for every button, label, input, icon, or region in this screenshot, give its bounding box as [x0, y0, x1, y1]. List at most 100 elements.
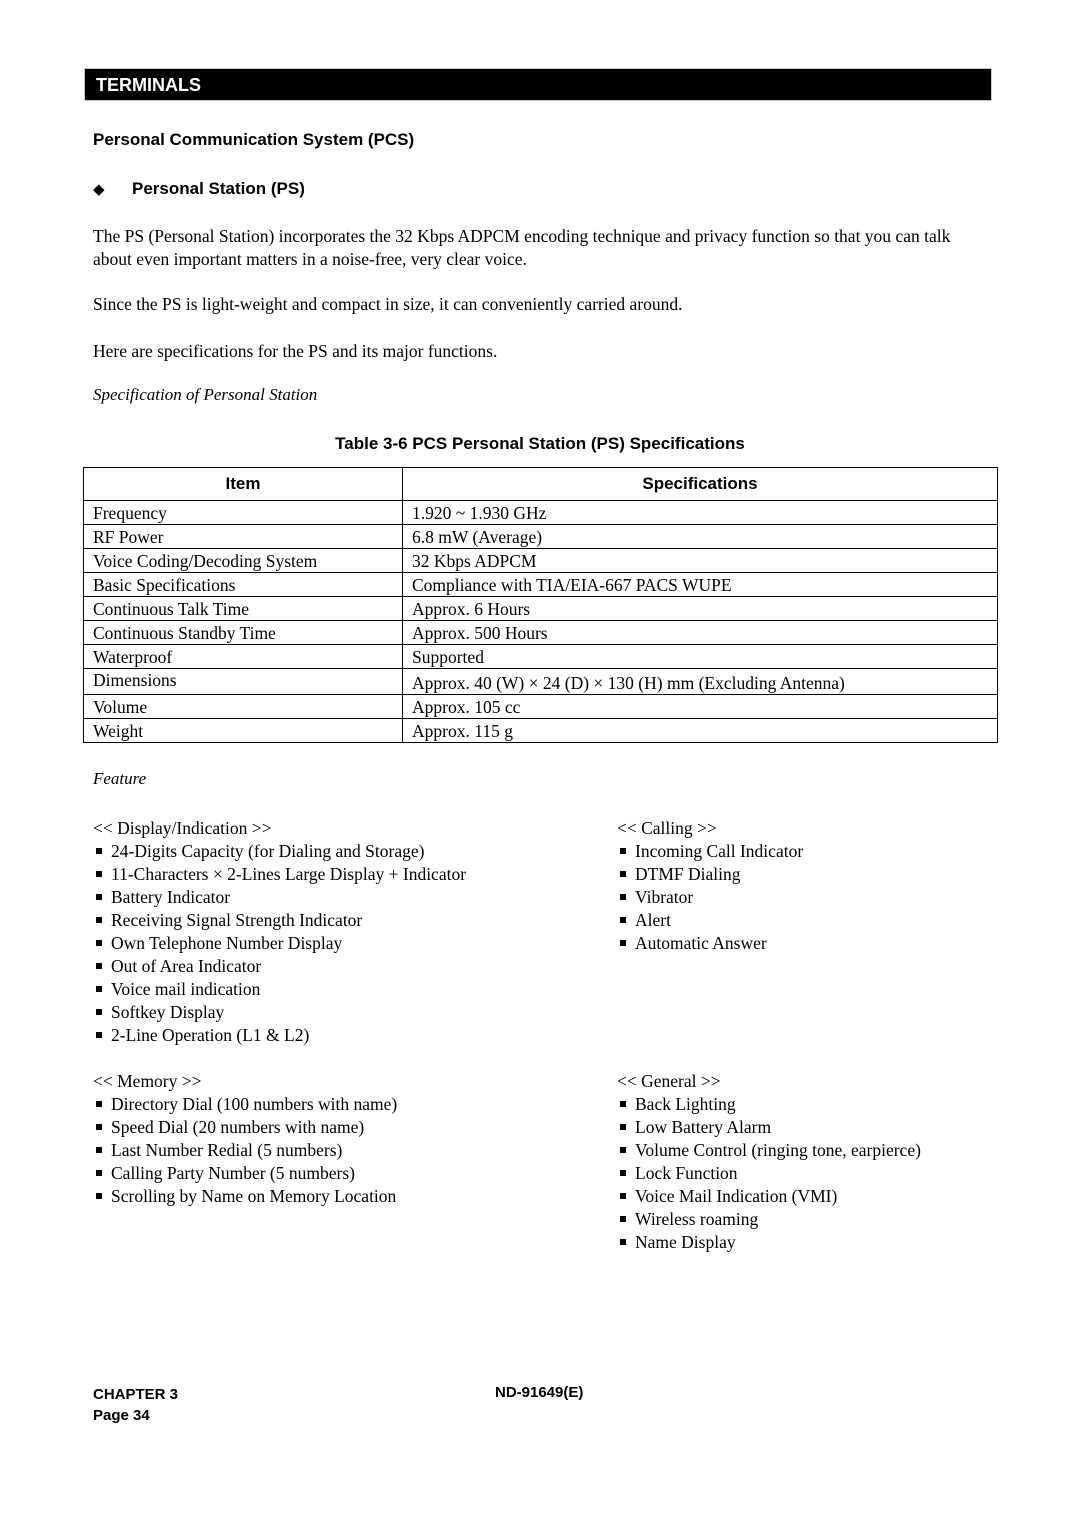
list-item-text: Low Battery Alarm [635, 1117, 772, 1137]
column-header-item: Item [83, 467, 403, 501]
square-bullet-icon [96, 963, 102, 969]
list-item-text: Voice Mail Indication (VMI) [635, 1186, 838, 1206]
square-bullet-icon [96, 894, 102, 900]
list-item-text: 2-Line Operation (L1 & L2) [111, 1025, 310, 1045]
feature-list: Back Lighting Low Battery Alarm Volume C… [617, 1093, 921, 1254]
portability-paragraph: Since the PS is light-weight and compact… [93, 294, 683, 314]
list-item: DTMF Dialing [617, 863, 803, 886]
list-item: Voice Mail Indication (VMI) [617, 1185, 921, 1208]
list-item-text: Voice mail indication [111, 979, 261, 999]
footer-document-id: ND-91649(E) [495, 1384, 584, 1401]
list-item-text: Automatic Answer [635, 933, 767, 953]
square-bullet-icon [96, 986, 102, 992]
feature-group-title: << Memory >> [93, 1071, 202, 1091]
feature-list: 24-Digits Capacity (for Dialing and Stor… [93, 840, 466, 1047]
square-bullet-icon [620, 1170, 626, 1176]
footer-chapter: CHAPTER 3 [93, 1386, 179, 1403]
list-item-text: Back Lighting [635, 1094, 736, 1114]
square-bullet-icon [620, 917, 626, 923]
list-item: Incoming Call Indicator [617, 840, 803, 863]
list-item-text: 24-Digits Capacity (for Dialing and Stor… [111, 841, 425, 861]
spec-caption: Specification of Personal Station [93, 385, 318, 404]
list-item-text: Vibrator [635, 887, 694, 907]
list-item: Volume Control (ringing tone, earpierce) [617, 1139, 921, 1162]
list-item: Directory Dial (100 numbers with name) [93, 1093, 397, 1116]
square-bullet-icon [620, 1193, 626, 1199]
list-item-text: Softkey Display [111, 1002, 225, 1022]
square-bullet-icon [96, 1147, 102, 1153]
spec-table: Item Specifications Frequency 1.920 ~ 1.9… [83, 467, 998, 743]
list-item: Calling Party Number (5 numbers) [93, 1162, 397, 1185]
list-item: 11-Characters × 2-Lines Large Display + … [93, 863, 466, 886]
page-heading: Personal Communication System (PCS) [93, 130, 415, 149]
list-item: Own Telephone Number Display [93, 932, 466, 955]
list-item-text: Alert [635, 910, 671, 930]
list-item: Automatic Answer [617, 932, 803, 955]
list-item: Out of Area Indicator [93, 955, 466, 978]
list-item: 2-Line Operation (L1 & L2) [93, 1024, 466, 1047]
feature-list: Directory Dial (100 numbers with name) S… [93, 1093, 397, 1208]
spec-cell: Approx. 115 g [402, 718, 998, 743]
item-cell: Waterproof [83, 644, 403, 669]
square-bullet-icon [96, 848, 102, 854]
list-item-text: Calling Party Number (5 numbers) [111, 1163, 355, 1183]
intro-paragraph: The PS (Personal Station) incorporates t… [93, 226, 951, 269]
table-row: Voice Coding/Decoding System 32 Kbps ADPC… [83, 548, 998, 573]
feature-group-calling: << Calling >> Incoming Call Indicator DT… [617, 817, 803, 955]
square-bullet-icon [620, 1124, 626, 1130]
diamond-bullet-icon: ◆ [93, 181, 105, 198]
list-item-text: Directory Dial (100 numbers with name) [111, 1094, 398, 1114]
table-row: Continuous Standby Time Approx. 500 Hours [83, 620, 998, 645]
list-item: Battery Indicator [93, 886, 466, 909]
square-bullet-icon [620, 894, 626, 900]
spec-cell: 6.8 mW (Average) [402, 524, 998, 549]
list-item: Scrolling by Name on Memory Location [93, 1185, 397, 1208]
list-item: Lock Function [617, 1162, 921, 1185]
square-bullet-icon [620, 1239, 626, 1245]
feature-group-title: << General >> [617, 1071, 721, 1091]
table-row: RF Power 6.8 mW (Average) [83, 524, 998, 549]
square-bullet-icon [96, 1170, 102, 1176]
list-item-text: Own Telephone Number Display [111, 933, 343, 953]
spec-cell: Supported [402, 644, 998, 669]
feature-list: Incoming Call Indicator DTMF Dialing Vib… [617, 840, 803, 955]
list-item: Wireless roaming [617, 1208, 921, 1231]
table-row: Dimensions Approx. 40 (W) × 24 (D) × 130 … [83, 668, 998, 695]
list-item: Name Display [617, 1231, 921, 1254]
feature-group-memory: << Memory >> Directory Dial (100 numbers… [93, 1070, 397, 1208]
item-cell: Volume [83, 694, 403, 719]
section-title: TERMINALS [96, 75, 201, 95]
list-item: Back Lighting [617, 1093, 921, 1116]
list-item: Alert [617, 909, 803, 932]
square-bullet-icon [96, 1032, 102, 1038]
item-cell: Continuous Standby Time [83, 620, 403, 645]
list-item: Last Number Redial (5 numbers) [93, 1139, 397, 1162]
table-row: Waterproof Supported [83, 644, 998, 669]
spec-cell: Approx. 6 Hours [402, 596, 998, 621]
item-cell: Frequency [83, 500, 403, 525]
list-item-text: Volume Control (ringing tone, earpierce) [635, 1140, 921, 1160]
item-cell: Weight [83, 718, 403, 743]
table-title: Table 3-6 PCS Personal Station (PS) Spec… [335, 434, 745, 453]
specs-intro-paragraph: Here are specifications for the PS and i… [93, 341, 498, 361]
table-row: Frequency 1.920 ~ 1.930 GHz [83, 500, 998, 525]
item-cell: Voice Coding/Decoding System [83, 548, 403, 573]
item-cell: Continuous Talk Time [83, 596, 403, 621]
table-row: Continuous Talk Time Approx. 6 Hours [83, 596, 998, 621]
subheading: ◆ Personal Station (PS) [93, 179, 305, 199]
list-item: Speed Dial (20 numbers with name) [93, 1116, 397, 1139]
list-item: Low Battery Alarm [617, 1116, 921, 1139]
spec-cell: 1.920 ~ 1.930 GHz [402, 500, 998, 525]
square-bullet-icon [96, 871, 102, 877]
list-item-text: Battery Indicator [111, 887, 231, 907]
list-item-text: Last Number Redial (5 numbers) [111, 1140, 343, 1160]
square-bullet-icon [620, 1147, 626, 1153]
square-bullet-icon [96, 1193, 102, 1199]
list-item: Receiving Signal Strength Indicator [93, 909, 466, 932]
item-cell: Dimensions [83, 668, 403, 695]
list-item: Vibrator [617, 886, 803, 909]
list-item-text: Incoming Call Indicator [635, 841, 804, 861]
footer-chapter-page: CHAPTER 3 Page 34 [93, 1384, 178, 1426]
feature-group-title: << Calling >> [617, 818, 717, 838]
spec-cell: Approx. 500 Hours [402, 620, 998, 645]
